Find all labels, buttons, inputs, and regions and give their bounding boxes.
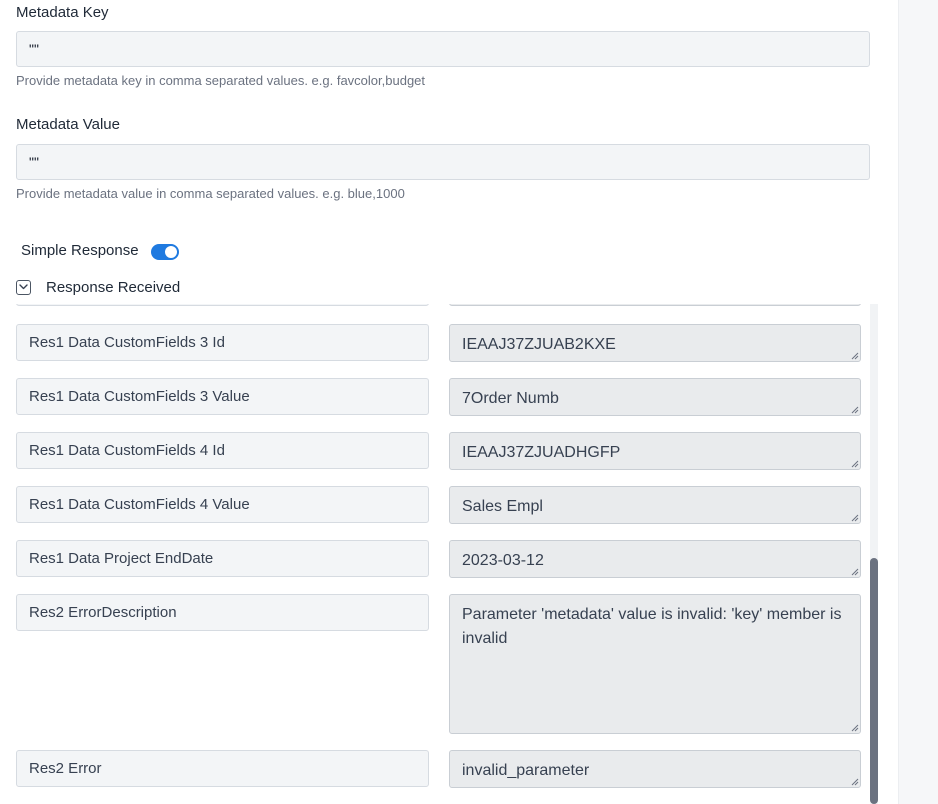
row-value-text: IEAAJ37ZJUAB2KXE [462,336,616,353]
chevron-down-icon [19,284,28,290]
metadata-key-input[interactable] [16,31,870,67]
table-row-value[interactable]: 7Order Numb [449,378,861,416]
resize-grip-icon[interactable] [850,405,859,414]
metadata-key-help: Provide metadata key in comma separated … [16,73,426,88]
table-row-value[interactable]: IEAAJ37ZJUADHGFP [449,432,861,470]
table-row-key: Res2 Error [16,750,429,787]
table-row-value[interactable]: 2023-03-12 [449,540,861,578]
resize-grip-icon[interactable] [850,459,859,468]
resize-grip-icon[interactable] [850,513,859,522]
right-gutter [898,0,938,804]
resize-grip-icon[interactable] [850,723,859,732]
table-row-key: Res1 Data CustomFields 3 Id [16,324,429,361]
row-value-text: IEAAJ37ZJUADHGFP [462,444,621,461]
response-list[interactable]: Res1 Data CustomFields 3 Id IEAAJ37ZJUAB… [0,304,878,804]
row-value-text: invalid_parameter [462,762,590,779]
table-row-value[interactable]: Sales Empl [449,486,861,524]
table-row-key: Res1 Data CustomFields 4 Value [16,486,429,523]
table-row-value[interactable]: invalid_parameter [449,750,861,788]
table-row-value[interactable]: IEAAJ37ZJUAB2KXE [449,324,861,362]
table-row-key-partial [16,304,429,306]
collapse-toggle[interactable] [16,279,31,295]
metadata-key-label: Metadata Key [16,4,109,21]
toggle-knob [164,246,177,258]
page: Metadata Key Provide metadata key in com… [0,0,938,804]
simple-response-toggle[interactable] [150,244,179,260]
response-received-label: Response Received [46,278,181,296]
response-received-header[interactable]: Response Received [16,276,180,298]
metadata-value-label: Metadata Value [16,116,120,133]
simple-response-row: Simple Response [21,238,179,262]
metadata-value-help: Provide metadata value in comma separate… [16,186,405,201]
form-panel: Metadata Key Provide metadata key in com… [0,0,898,804]
table-row-value[interactable]: Parameter 'metadata' value is invalid: '… [449,594,861,734]
simple-response-label: Simple Response [21,241,139,259]
table-row-key: Res1 Data CustomFields 4 Id [16,432,429,469]
row-value-text: Sales Empl [462,498,543,515]
resize-grip-icon[interactable] [850,777,859,786]
scrollbar-thumb[interactable] [870,558,878,804]
resize-grip-icon[interactable] [850,567,859,576]
table-row-key: Res1 Data CustomFields 3 Value [16,378,429,415]
table-row-value-partial [449,304,861,306]
row-value-text: 2023-03-12 [462,552,544,569]
row-value-text: Parameter 'metadata' value is invalid: '… [462,606,842,647]
resize-grip-icon[interactable] [850,351,859,360]
table-row-key: Res2 ErrorDescription [16,594,429,631]
metadata-value-input[interactable] [16,144,870,180]
row-value-text: 7Order Numb [462,390,559,407]
table-row-key: Res1 Data Project EndDate [16,540,429,577]
